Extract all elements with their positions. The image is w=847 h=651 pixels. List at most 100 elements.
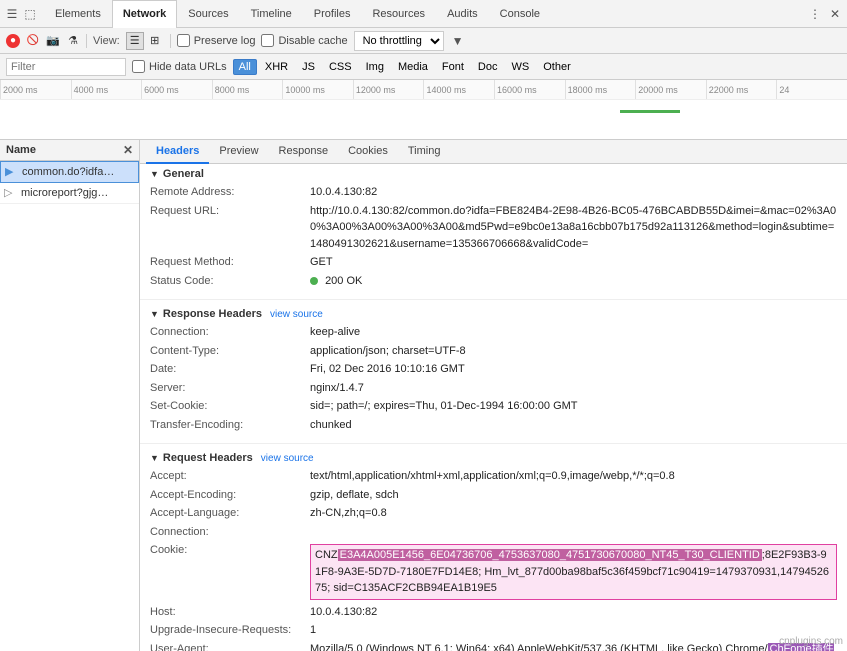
detail-tab-cookies[interactable]: Cookies (338, 140, 398, 164)
tick-4: 8000 ms (212, 80, 283, 99)
devtools-cursor-icon[interactable]: ⬚ (22, 6, 38, 22)
req-accept-encoding-row: Accept-Encoding: gzip, deflate, sdch (150, 487, 837, 504)
file-item-0[interactable]: ▶ common.do?idfa… (0, 161, 139, 183)
record-button[interactable]: ● (6, 34, 20, 48)
tick-3: 6000 ms (141, 80, 212, 99)
toolbar-divider-2 (170, 34, 171, 48)
preserve-log-checkbox[interactable] (177, 34, 190, 47)
req-cookie-value: CNZE3A4A005E1456_6E04736706_4753637080_4… (310, 542, 837, 602)
resp-transfer-encoding-row: Transfer-Encoding: chunked (150, 417, 837, 434)
req-cookie-row: Cookie: CNZE3A4A005E1456_6E04736706_4753… (150, 542, 837, 602)
resp-set-cookie-label: Set-Cookie: (150, 398, 310, 415)
file-name-0: common.do?idfa… (22, 166, 114, 178)
status-code-label: Status Code: (150, 273, 310, 290)
detail-tab-response[interactable]: Response (269, 140, 339, 164)
req-accept-label: Accept: (150, 468, 310, 485)
req-connection-label: Connection: (150, 524, 310, 541)
tick-1: 2000 ms (0, 80, 71, 99)
tab-elements[interactable]: Elements (44, 0, 112, 28)
resp-date-row: Date: Fri, 02 Dec 2016 10:10:16 GMT (150, 361, 837, 378)
req-accept-encoding-label: Accept-Encoding: (150, 487, 310, 504)
camera-icon[interactable]: 📷 (46, 34, 60, 48)
disable-cache-group: Disable cache (261, 34, 347, 47)
divider-2 (140, 443, 847, 444)
status-code-text: 200 OK (325, 275, 362, 287)
throttle-dropdown-icon[interactable]: ▼ (450, 33, 466, 49)
clear-button[interactable]: 🚫 (26, 34, 40, 48)
filter-img[interactable]: Img (360, 59, 390, 75)
tick-10: 20000 ms (635, 80, 706, 99)
tab-sources[interactable]: Sources (177, 0, 239, 28)
req-host-row: Host: 10.0.4.130:82 (150, 604, 837, 621)
tick-5: 10000 ms (282, 80, 353, 99)
filter-css[interactable]: CSS (323, 59, 358, 75)
request-headers-header[interactable]: ▼ Request Headers view source (150, 452, 837, 464)
view-list-icon[interactable]: ☰ (126, 32, 144, 50)
tab-network[interactable]: Network (112, 0, 177, 28)
tab-audits[interactable]: Audits (436, 0, 489, 28)
resp-server-value: nginx/1.4.7 (310, 380, 364, 397)
tab-resources[interactable]: Resources (361, 0, 436, 28)
req-host-label: Host: (150, 604, 310, 621)
request-headers-view-source[interactable]: view source (261, 453, 314, 464)
filter-media[interactable]: Media (392, 59, 434, 75)
timeline-ruler: 2000 ms 4000 ms 6000 ms 8000 ms 10000 ms… (0, 80, 847, 100)
status-dot-green (310, 277, 318, 285)
tick-9: 18000 ms (565, 80, 636, 99)
top-tab-bar: ☰ ⬚ Elements Network Sources Timeline Pr… (0, 0, 847, 28)
response-headers-triangle: ▼ (150, 309, 159, 319)
view-icons: ☰ ⊞ (126, 32, 164, 50)
response-headers-view-source[interactable]: view source (270, 309, 323, 320)
req-accept-value: text/html,application/xhtml+xml,applicat… (310, 468, 675, 485)
detail-tab-headers[interactable]: Headers (146, 140, 209, 164)
tab-profiles[interactable]: Profiles (303, 0, 362, 28)
request-method-row: Request Method: GET (150, 254, 837, 271)
request-method-label: Request Method: (150, 254, 310, 271)
req-accept-language-label: Accept-Language: (150, 505, 310, 522)
response-headers-header[interactable]: ▼ Response Headers view source (150, 308, 837, 320)
filter-ws[interactable]: WS (505, 59, 535, 75)
filter-input[interactable] (6, 58, 126, 76)
tick-11: 22000 ms (706, 80, 777, 99)
filter-js[interactable]: JS (296, 59, 321, 75)
toolbar-divider-1 (86, 34, 87, 48)
filter-all[interactable]: All (233, 59, 257, 75)
hide-data-urls-checkbox[interactable] (132, 60, 145, 73)
filter-icon[interactable]: ⚗ (66, 34, 80, 48)
tick-7: 14000 ms (423, 80, 494, 99)
devtools-pointer-icon[interactable]: ☰ (4, 6, 20, 22)
view-grid-icon[interactable]: ⊞ (146, 32, 164, 50)
request-method-value: GET (310, 254, 333, 271)
request-url-label: Request URL: (150, 203, 310, 253)
file-icon-1: ▷ (4, 186, 18, 200)
resp-date-label: Date: (150, 361, 310, 378)
resp-content-type-row: Content-Type: application/json; charset=… (150, 343, 837, 360)
req-accept-language-value: zh-CN,zh;q=0.8 (310, 505, 387, 522)
cookie-pre: CNZ (315, 549, 338, 561)
resp-connection-label: Connection: (150, 324, 310, 341)
filter-types: All XHR JS CSS Img Media Font Doc WS Oth… (233, 59, 577, 75)
disable-cache-checkbox[interactable] (261, 34, 274, 47)
detail-tab-preview[interactable]: Preview (209, 140, 268, 164)
req-connection-row: Connection: (150, 524, 837, 541)
filter-font[interactable]: Font (436, 59, 470, 75)
view-label: View: (93, 35, 120, 47)
close-detail-icon[interactable]: ✕ (123, 143, 133, 157)
ua-text-1: Mozilla/5.0 (Windows NT 6.1; Win64; x64)… (310, 643, 768, 651)
filter-doc[interactable]: Doc (472, 59, 504, 75)
filter-xhr[interactable]: XHR (259, 59, 294, 75)
filter-other[interactable]: Other (537, 59, 577, 75)
tab-timeline[interactable]: Timeline (240, 0, 303, 28)
cookie-highlighted-1: E3A4A005E1456_6E04736706_4753637080_4751… (338, 549, 762, 561)
file-list-header: Name ✕ (0, 140, 139, 161)
throttle-select[interactable]: No throttling (354, 31, 444, 51)
tab-console[interactable]: Console (489, 0, 551, 28)
file-item-1[interactable]: ▷ microreport?gjg… (0, 183, 139, 204)
more-options-icon[interactable]: ⋮ (807, 6, 823, 22)
close-devtools-icon[interactable]: ✕ (827, 6, 843, 22)
request-headers-section: ▼ Request Headers view source Accept: te… (140, 448, 847, 651)
tick-12: 24 (776, 80, 847, 99)
resp-set-cookie-row: Set-Cookie: sid=; path=/; expires=Thu, 0… (150, 398, 837, 415)
general-section-header[interactable]: ▼ General (150, 168, 837, 180)
detail-tab-timing[interactable]: Timing (398, 140, 451, 164)
